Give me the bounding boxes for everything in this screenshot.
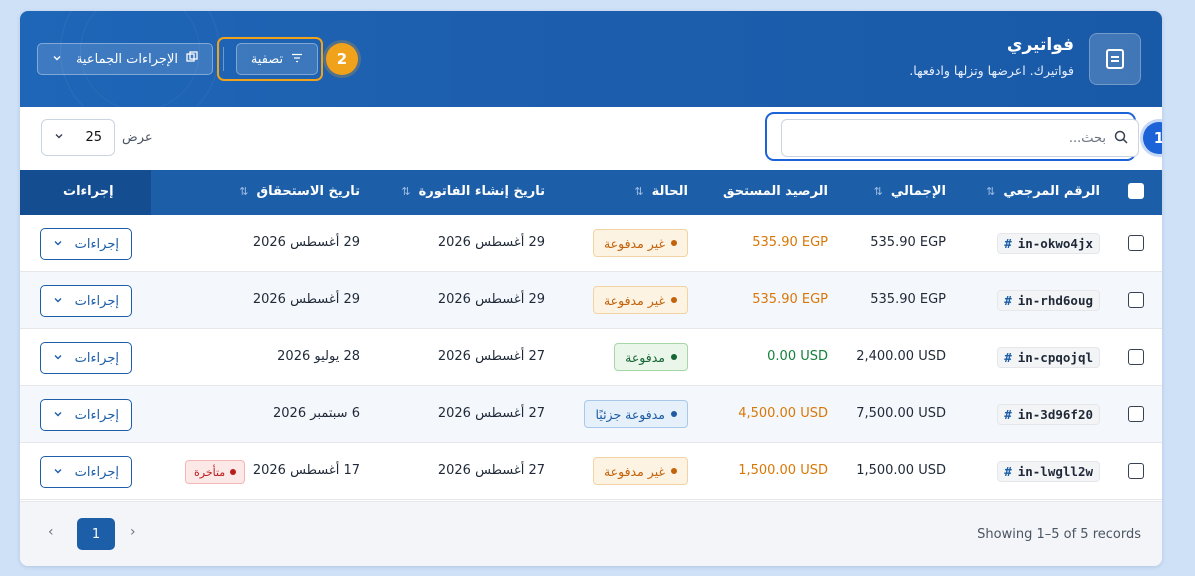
- invoice-balance: 535.90 EGP: [752, 292, 828, 307]
- page-size-value: 25: [85, 130, 102, 145]
- search-box[interactable]: [781, 119, 1139, 157]
- table-row: # in-3d96f20 7,500.00 USD 4,500.00 USD مد…: [20, 386, 1162, 443]
- page-button-current[interactable]: 1: [77, 518, 115, 550]
- header-ref[interactable]: الرقم المرجعي ⇅: [986, 184, 1100, 199]
- invoice-created-date: 27 أغسطس 2026: [437, 463, 545, 478]
- page-title: فواتيري: [1006, 35, 1074, 55]
- select-all-checkbox[interactable]: [1128, 183, 1144, 199]
- invoice-balance: 535.90 EGP: [752, 235, 828, 250]
- overdue-badge: متأخرة: [185, 460, 246, 484]
- page-subtitle: فواتيرك. اعرضها وتزلها وادفعها.: [909, 63, 1074, 78]
- row-actions-button[interactable]: إجراءات: [40, 342, 132, 374]
- table-row: # in-lwgll2w 1,500.00 USD 1,500.00 USD غي…: [20, 443, 1162, 500]
- status-badge: مدفوعة: [614, 343, 688, 371]
- row-actions-button[interactable]: إجراءات: [40, 285, 132, 317]
- table-footer: Showing 1–5 of 5 records ‹ 1 ›: [20, 501, 1162, 566]
- row-checkbox[interactable]: [1128, 292, 1144, 308]
- table-row: # in-okwo4jx 535.90 EGP 535.90 EGP غير مد…: [20, 215, 1162, 272]
- chevron-right-icon[interactable]: ›: [130, 524, 136, 540]
- header-balance: الرصيد المستحق: [722, 184, 828, 199]
- filter-icon: [291, 52, 303, 67]
- status-badge: غير مدفوعة: [592, 229, 688, 257]
- page-size-select[interactable]: 25: [41, 119, 115, 156]
- row-checkbox[interactable]: [1128, 235, 1144, 251]
- table-row: # in-cpqojql 2,400.00 USD 0.00 USD مدفوعة…: [20, 329, 1162, 386]
- header-created[interactable]: تاريخ إنشاء الفاتورة ⇅: [401, 184, 545, 199]
- row-actions-button[interactable]: إجراءات: [40, 456, 132, 488]
- invoice-total: 7,500.00 USD: [856, 406, 946, 421]
- status-badge: غير مدفوعة: [592, 457, 688, 485]
- invoice-created-date: 27 أغسطس 2026: [437, 406, 545, 421]
- invoice-due-date: 17 أغسطس 2026: [252, 463, 360, 478]
- bulk-actions-label: الإجراءات الجماعية: [75, 51, 178, 67]
- invoices-card: فواتيري فواتيرك. اعرضها وتزلها وادفعها. …: [20, 11, 1162, 566]
- chevron-down-icon: [53, 408, 63, 423]
- sort-icon: ⇅: [401, 185, 411, 198]
- invoice-due-date: 29 أغسطس 2026: [252, 235, 360, 250]
- invoice-total: 535.90 EGP: [870, 235, 946, 250]
- sort-icon: ⇅: [634, 185, 644, 198]
- chevron-left-icon[interactable]: ‹: [48, 524, 54, 540]
- invoice-ref[interactable]: # in-okwo4jx: [997, 233, 1100, 254]
- invoice-ref[interactable]: # in-lwgll2w: [997, 461, 1100, 482]
- row-checkbox[interactable]: [1128, 349, 1144, 365]
- show-label: عرض: [122, 130, 153, 145]
- step-badge-search: 1: [1143, 122, 1162, 154]
- invoice-ref[interactable]: # in-cpqojql: [997, 347, 1100, 368]
- row-checkbox[interactable]: [1128, 406, 1144, 422]
- sort-icon: ⇅: [239, 185, 249, 198]
- records-summary: Showing 1–5 of 5 records: [977, 527, 1141, 542]
- invoice-balance: 1,500.00 USD: [738, 463, 828, 478]
- invoice-balance: 4,500.00 USD: [738, 406, 828, 421]
- invoice-created-date: 27 أغسطس 2026: [437, 349, 545, 364]
- invoice-due-date: 29 أغسطس 2026: [252, 292, 360, 307]
- sort-icon: ⇅: [986, 185, 996, 198]
- search-icon: [1114, 129, 1128, 148]
- invoice-due-date: 28 يوليو 2026: [277, 349, 360, 364]
- search-input[interactable]: [806, 130, 1106, 146]
- invoice-due-date: 6 سبتمبر 2026: [273, 406, 360, 421]
- header-due[interactable]: تاريخ الاستحقاق ⇅: [239, 184, 360, 199]
- header-total[interactable]: الإجمالي ⇅: [874, 184, 946, 199]
- chevron-down-icon: [53, 294, 63, 309]
- status-badge: مدفوعة جزئيًا: [584, 400, 688, 428]
- page-header: فواتيري فواتيرك. اعرضها وتزلها وادفعها. …: [20, 11, 1162, 131]
- filter-button[interactable]: تصفية: [236, 43, 318, 75]
- invoice-total: 1,500.00 USD: [856, 463, 946, 478]
- step-badge-filter: 2: [326, 43, 358, 75]
- chevron-down-icon: [53, 351, 63, 366]
- row-actions-button[interactable]: إجراءات: [40, 228, 132, 260]
- invoice-created-date: 29 أغسطس 2026: [437, 292, 545, 307]
- row-actions-button[interactable]: إجراءات: [40, 399, 132, 431]
- status-badge: غير مدفوعة: [592, 286, 688, 314]
- copy-icon: [186, 51, 198, 67]
- header-actions: إجراءات: [63, 184, 114, 199]
- invoice-created-date: 29 أغسطس 2026: [437, 235, 545, 250]
- invoice-total: 535.90 EGP: [870, 292, 946, 307]
- row-checkbox[interactable]: [1128, 463, 1144, 479]
- header-status[interactable]: الحالة ⇅: [634, 184, 688, 199]
- invoice-total: 2,400.00 USD: [856, 349, 946, 364]
- chevron-down-icon: [53, 237, 63, 252]
- table-header: الرقم المرجعي ⇅ الإجمالي ⇅ الرصيد المستحق …: [20, 170, 1162, 215]
- invoice-balance: 0.00 USD: [767, 349, 828, 364]
- invoice-ref[interactable]: # in-3d96f20: [997, 404, 1100, 425]
- table-row: # in-rhd6oug 535.90 EGP 535.90 EGP غير مد…: [20, 272, 1162, 329]
- chevron-down-icon: [52, 52, 62, 67]
- bulk-actions-button[interactable]: الإجراءات الجماعية: [37, 43, 213, 75]
- chevron-down-icon: [53, 465, 63, 480]
- filter-label: تصفية: [250, 51, 284, 67]
- chevron-down-icon: [54, 130, 64, 145]
- sort-icon: ⇅: [873, 185, 883, 198]
- invoice-ref[interactable]: # in-rhd6oug: [997, 290, 1100, 311]
- document-icon: [1089, 33, 1141, 85]
